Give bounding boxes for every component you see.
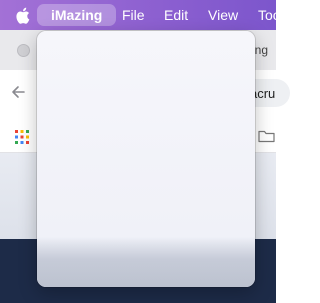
folder-icon[interactable] bbox=[258, 130, 275, 143]
menu-bar: iMazing File Edit View Too bbox=[0, 0, 281, 30]
menu-file[interactable]: File bbox=[122, 7, 145, 23]
window-close-button[interactable] bbox=[17, 44, 30, 57]
menu-app-name[interactable]: iMazing bbox=[51, 7, 102, 23]
menu-tools[interactable]: Too bbox=[258, 7, 281, 23]
menu-edit[interactable]: Edit bbox=[164, 7, 188, 23]
menu-view[interactable]: View bbox=[208, 7, 238, 23]
app-menu-dropdown[interactable] bbox=[37, 31, 255, 287]
apple-logo-icon[interactable] bbox=[15, 7, 30, 24]
dropdown-blur-overlay bbox=[37, 237, 255, 287]
apps-grid-icon[interactable] bbox=[15, 130, 29, 144]
back-arrow-icon[interactable] bbox=[10, 84, 26, 100]
